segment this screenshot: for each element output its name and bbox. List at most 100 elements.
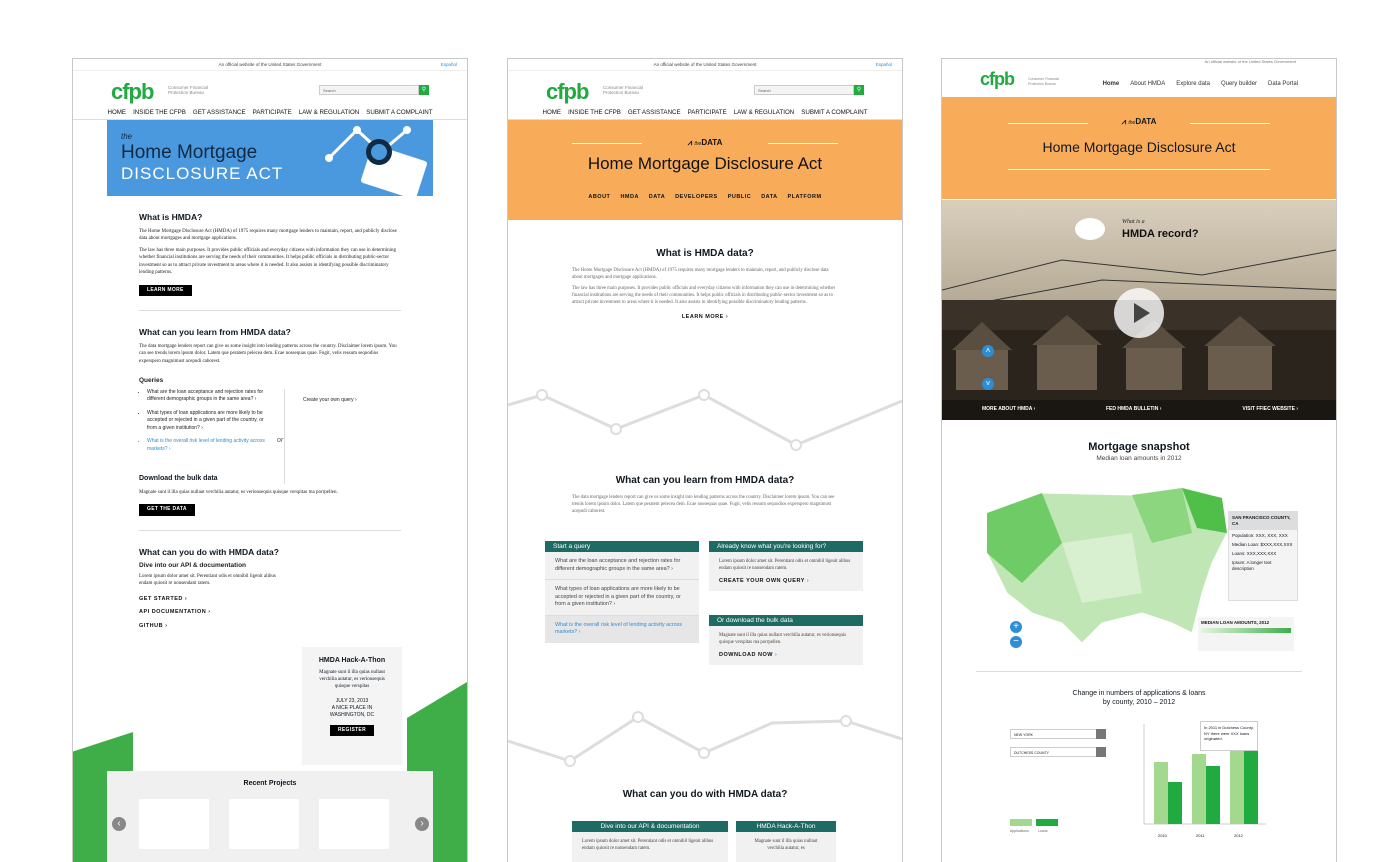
year-label: 2011 <box>1196 833 1205 838</box>
hero-title-line2: DISCLOSURE ACT <box>121 164 284 183</box>
tooltip-title: SAN FRANCISCO COUNTY, CA <box>1229 512 1297 530</box>
play-icon[interactable] <box>1114 288 1164 338</box>
hero-data-mark: ⩘ theDATA <box>1121 117 1157 126</box>
nav-query[interactable]: Query builder <box>1221 81 1257 87</box>
chevron-up-icon[interactable]: ˄ <box>982 345 994 357</box>
download-now-link[interactable]: DOWNLOAD NOW › <box>719 652 853 659</box>
nav-portal[interactable]: Data Portal <box>1268 81 1298 87</box>
zoom-out-icon[interactable]: − <box>1010 636 1022 648</box>
nav-home[interactable]: Home <box>1103 81 1120 87</box>
get-data-button[interactable]: GET THE DATA <box>139 504 195 516</box>
github-link[interactable]: GITHUB › <box>139 623 401 631</box>
espanol-link[interactable]: Español <box>441 59 457 70</box>
know-heading: Already know what you're looking for? <box>709 541 863 552</box>
api-paragraph: Lorem ipsum dolor amet sit. Perentiant o… <box>572 832 728 862</box>
start-query-card: Start a query What are the loan acceptan… <box>545 541 699 643</box>
create-query-link[interactable]: Create your own query › <box>303 397 357 405</box>
what-paragraph-1: The Home Mortgage Disclosure Act (HMDA) … <box>139 228 397 242</box>
learn-heading: What can you learn from HMDA data? <box>615 475 795 486</box>
nav-complaint[interactable]: SUBMIT A COMPLAINT <box>801 107 867 119</box>
cfpb-logo[interactable]: cfpb <box>111 79 154 105</box>
nav-assistance[interactable]: GET ASSISTANCE <box>193 107 246 119</box>
search-input[interactable]: Search <box>754 85 854 95</box>
project-tile[interactable] <box>139 799 209 849</box>
nav-home[interactable]: HOME <box>543 107 562 119</box>
subnav-developers[interactable]: DEVELOPERS <box>675 194 718 200</box>
nav-complaint[interactable]: SUBMIT A COMPLAINT <box>366 107 432 119</box>
query-item[interactable]: What types of loan applications are more… <box>147 410 272 433</box>
gov-banner-text: An official website of the United States… <box>218 62 322 67</box>
query-divider <box>284 388 285 484</box>
query-item[interactable]: What are the loan acceptance and rejecti… <box>545 552 699 579</box>
hack-place: A NICE PLACE IN WASHINGTON, DC <box>329 705 375 718</box>
query-item[interactable]: What is the overall risk level of lendin… <box>545 614 699 643</box>
bulk-paragraph: Magnate sunt il illa quias nullaut verch… <box>139 489 338 495</box>
subnav-platform[interactable]: PUBLIC DATA PLATFORM <box>728 194 822 200</box>
what-heading: What is HMDA data? <box>656 248 754 259</box>
search-icon[interactable]: ⚲ <box>419 85 429 95</box>
chevron-down-icon[interactable] <box>1096 729 1106 739</box>
espanol-link[interactable]: Español <box>876 59 892 70</box>
search-icon[interactable]: ⚲ <box>854 85 864 95</box>
query-item[interactable]: What are the loan acceptance and rejecti… <box>147 389 272 404</box>
queries-heading: Queries <box>139 377 164 384</box>
mockup-panel-1: An official website of the United States… <box>72 58 468 862</box>
legend-scale <box>1201 628 1291 633</box>
learn-more-link[interactable]: LEARN MORE › <box>572 314 838 321</box>
nav-assistance[interactable]: GET ASSISTANCE <box>628 107 681 119</box>
query-item[interactable]: What is the overall risk level of lendin… <box>147 438 272 453</box>
nav-inside[interactable]: INSIDE THE CFPB <box>568 107 621 119</box>
more-about-link[interactable]: MORE ABOUT HMDA › <box>982 406 1035 412</box>
cfpb-logo[interactable]: cfpb <box>980 69 1015 90</box>
nav-explore[interactable]: Explore data <box>1176 81 1210 87</box>
year-label: 2010 <box>1158 833 1167 838</box>
state-select[interactable]: NEW YORK <box>1010 729 1106 739</box>
gov-banner: An official website of the United States… <box>73 59 467 71</box>
zoom-in-icon[interactable]: + <box>1010 621 1022 633</box>
register-button[interactable]: REGISTER <box>330 725 374 736</box>
us-map[interactable] <box>982 473 1232 643</box>
nav-inside[interactable]: INSIDE THE CFPB <box>133 107 186 119</box>
subnav-about[interactable]: ABOUT <box>588 194 610 200</box>
nav-participate[interactable]: PARTICIPATE <box>688 107 727 119</box>
decorative-line-graphic <box>508 711 902 767</box>
learn-more-button[interactable]: LEARN MORE <box>139 284 192 296</box>
query-item[interactable]: What types of loan applications are more… <box>545 579 699 615</box>
what-heading: What is HMDA? <box>139 212 203 222</box>
video-player[interactable]: What is a HMDA record? ˄ ˅ MORE ABOUT HM… <box>942 200 1336 420</box>
ffiec-link[interactable]: VISIT FFIEC WEBSITE › <box>1242 406 1298 412</box>
hackathon-card: HMDA Hack-A-Thon Magnate sunt il illa qu… <box>302 647 402 765</box>
gov-banner-text: An official website of the United States… <box>653 62 757 67</box>
document-illustration-icon <box>325 126 427 196</box>
nav-about[interactable]: About HMDA <box>1130 81 1165 87</box>
subnav-hmda-data[interactable]: HMDA DATA <box>620 194 665 200</box>
chevron-down-icon[interactable]: ˅ <box>982 378 994 390</box>
video-record-title: HMDA record? <box>1122 228 1199 240</box>
query-list: What are the loan acceptance and rejecti… <box>139 389 272 460</box>
nav-home[interactable]: HOME <box>108 107 127 119</box>
hack-heading: HMDA Hack-A-Thon <box>736 821 836 832</box>
nav-law[interactable]: LAW & REGULATION <box>299 107 360 119</box>
nav-participate[interactable]: PARTICIPATE <box>253 107 292 119</box>
api-doc-link[interactable]: API DOCUMENTATION › <box>139 609 401 617</box>
project-tile[interactable] <box>229 799 299 849</box>
video-what-is: What is a <box>1122 219 1145 225</box>
create-own-link[interactable]: CREATE YOUR OWN QUERY › <box>719 578 853 585</box>
county-select[interactable]: DUTCHESS COUNTY <box>1010 747 1106 757</box>
project-tile[interactable] <box>319 799 389 849</box>
search-input[interactable]: Search <box>319 85 419 95</box>
hack-title: HMDA Hack-A-Thon <box>318 657 386 664</box>
carousel-next-icon[interactable]: › <box>415 817 429 831</box>
cfpb-logo[interactable]: cfpb <box>546 79 589 105</box>
site-header: cfpb Consumer Financial Protection Burea… <box>508 71 902 107</box>
get-started-link[interactable]: GET STARTED › <box>139 596 401 604</box>
mortgage-snapshot: Mortgage snapshot Median loan amounts in… <box>942 421 1336 671</box>
hero-data-mark: ⩘ theDATA <box>687 138 723 147</box>
divider <box>139 310 401 311</box>
nav-law[interactable]: LAW & REGULATION <box>734 107 795 119</box>
tooltip-median: Median Loan: $XXX,XXX,XXX <box>1232 542 1293 547</box>
fed-bulletin-link[interactable]: FED HMDA BULLETIN › <box>1106 406 1161 412</box>
carousel-prev-icon[interactable]: ‹ <box>112 817 126 831</box>
chevron-down-icon[interactable] <box>1096 747 1106 757</box>
tooltip-ipsum: Ipsum: A longer text description <box>1232 560 1272 571</box>
